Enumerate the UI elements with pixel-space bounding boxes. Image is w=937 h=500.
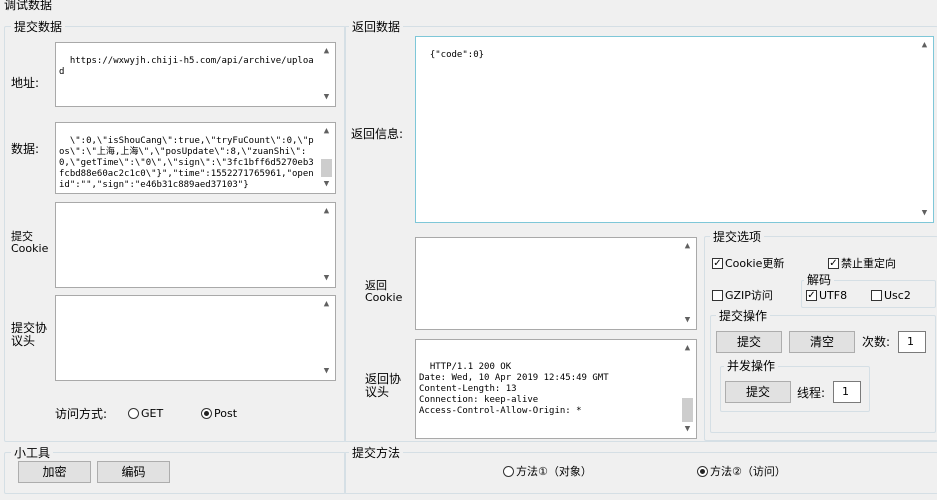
return-info-scrollbar[interactable]: ▲ ▼ bbox=[916, 37, 933, 222]
method-get-radio[interactable] bbox=[128, 408, 139, 419]
scroll-up-icon[interactable]: ▲ bbox=[916, 37, 933, 54]
count-label: 次数: bbox=[862, 335, 891, 349]
no-redirect-checkbox[interactable]: ✓ bbox=[828, 258, 839, 269]
usc2-label[interactable]: Usc2 bbox=[884, 289, 911, 303]
submit-protocol-input[interactable]: ▲ ▼ bbox=[55, 295, 336, 381]
scroll-up-icon[interactable]: ▲ bbox=[679, 340, 696, 357]
submit-cookie-input[interactable]: ▲ ▼ bbox=[55, 202, 336, 288]
cookie-update-checkbox[interactable]: ✓ bbox=[712, 258, 723, 269]
method-post-radio[interactable] bbox=[201, 408, 212, 419]
data-input[interactable]: \":0,\"isShouCang\":true,\"tryFuCount\":… bbox=[55, 122, 336, 194]
method-label: 访问方式: bbox=[55, 407, 108, 421]
threads-input[interactable]: 1 bbox=[833, 381, 861, 403]
scroll-up-icon[interactable]: ▲ bbox=[318, 123, 335, 140]
scroll-down-icon[interactable]: ▼ bbox=[318, 176, 335, 193]
return-info-output[interactable]: {"code":0} ▲ ▼ bbox=[415, 36, 934, 223]
return-cookie-output[interactable]: ▲ ▼ bbox=[415, 237, 697, 330]
address-label: 地址: bbox=[11, 76, 40, 90]
encode-button[interactable]: 编码 bbox=[97, 461, 170, 483]
concurrent-ops-title: 并发操作 bbox=[724, 359, 779, 373]
submit-protocol-scrollbar[interactable]: ▲ ▼ bbox=[318, 296, 335, 380]
scroll-up-icon[interactable]: ▲ bbox=[318, 296, 335, 313]
submit-cookie-label: 提交 Cookie bbox=[11, 230, 49, 255]
submit-ops-title: 提交操作 bbox=[716, 309, 771, 323]
decode-title: 解码 bbox=[804, 273, 835, 287]
return-cookie-scrollbar[interactable]: ▲ ▼ bbox=[679, 238, 696, 329]
scroll-down-icon[interactable]: ▼ bbox=[318, 89, 335, 106]
method1-radio[interactable] bbox=[503, 466, 514, 477]
usc2-checkbox[interactable] bbox=[871, 290, 882, 301]
submit-data-title: 提交数据 bbox=[11, 20, 66, 34]
submit-method-title: 提交方法 bbox=[349, 446, 404, 460]
scroll-thumb[interactable] bbox=[321, 159, 332, 177]
scroll-down-icon[interactable]: ▼ bbox=[916, 205, 933, 222]
scroll-down-icon[interactable]: ▼ bbox=[679, 312, 696, 329]
return-info-text: {"code":0} bbox=[429, 50, 485, 60]
method-get-label[interactable]: GET bbox=[141, 407, 163, 421]
window-title: 调试数据 bbox=[4, 0, 53, 12]
no-redirect-label[interactable]: 禁止重定向 bbox=[841, 257, 896, 271]
data-text: \":0,\"isShouCang\":true,\"tryFuCount\":… bbox=[59, 136, 314, 190]
tools-title: 小工具 bbox=[11, 446, 54, 460]
encrypt-button[interactable]: 加密 bbox=[18, 461, 91, 483]
gzip-checkbox[interactable] bbox=[712, 290, 723, 301]
submit-options-title: 提交选项 bbox=[710, 230, 765, 244]
submit-cookie-scrollbar[interactable]: ▲ ▼ bbox=[318, 203, 335, 287]
count-input[interactable]: 1 bbox=[898, 331, 926, 353]
return-info-label: 返回信息: bbox=[351, 127, 404, 141]
return-data-title: 返回数据 bbox=[349, 20, 404, 34]
scroll-up-icon[interactable]: ▲ bbox=[318, 203, 335, 220]
method2-radio[interactable] bbox=[697, 466, 708, 477]
return-protocol-label: 返回协议头 bbox=[365, 372, 402, 399]
data-label: 数据: bbox=[11, 142, 40, 156]
return-protocol-scrollbar[interactable]: ▲ ▼ bbox=[679, 340, 696, 438]
scroll-down-icon[interactable]: ▼ bbox=[318, 270, 335, 287]
scroll-thumb[interactable] bbox=[682, 398, 693, 422]
clear-button[interactable]: 清空 bbox=[789, 331, 855, 353]
submit-protocol-label: 提交协议头 bbox=[11, 321, 48, 348]
return-protocol-text: HTTP/1.1 200 OK Date: Wed, 10 Apr 2019 1… bbox=[419, 362, 609, 416]
concurrent-submit-button[interactable]: 提交 bbox=[725, 381, 791, 403]
address-text: https://wxwyjh.chiji-h5.com/api/archive/… bbox=[59, 56, 314, 77]
scroll-up-icon[interactable]: ▲ bbox=[679, 238, 696, 255]
scroll-down-icon[interactable]: ▼ bbox=[679, 421, 696, 438]
method-post-label[interactable]: Post bbox=[214, 407, 237, 421]
address-input[interactable]: https://wxwyjh.chiji-h5.com/api/archive/… bbox=[55, 42, 336, 107]
data-scrollbar[interactable]: ▲ ▼ bbox=[318, 123, 335, 193]
utf8-label[interactable]: UTF8 bbox=[819, 289, 847, 303]
scroll-up-icon[interactable]: ▲ bbox=[318, 43, 335, 60]
scroll-down-icon[interactable]: ▼ bbox=[318, 363, 335, 380]
return-protocol-output[interactable]: HTTP/1.1 200 OK Date: Wed, 10 Apr 2019 1… bbox=[415, 339, 697, 439]
gzip-label[interactable]: GZIP访问 bbox=[725, 289, 773, 303]
return-cookie-label: 返回 Cookie bbox=[365, 279, 403, 304]
address-scrollbar[interactable]: ▲ ▼ bbox=[318, 43, 335, 106]
method1-label[interactable]: 方法①（对象） bbox=[516, 465, 592, 479]
submit-method-group bbox=[344, 452, 937, 494]
method2-label[interactable]: 方法②（访问） bbox=[710, 465, 786, 479]
cookie-update-label[interactable]: Cookie更新 bbox=[725, 257, 784, 271]
submit-button[interactable]: 提交 bbox=[716, 331, 782, 353]
utf8-checkbox[interactable]: ✓ bbox=[806, 290, 817, 301]
threads-label: 线程: bbox=[797, 386, 826, 400]
